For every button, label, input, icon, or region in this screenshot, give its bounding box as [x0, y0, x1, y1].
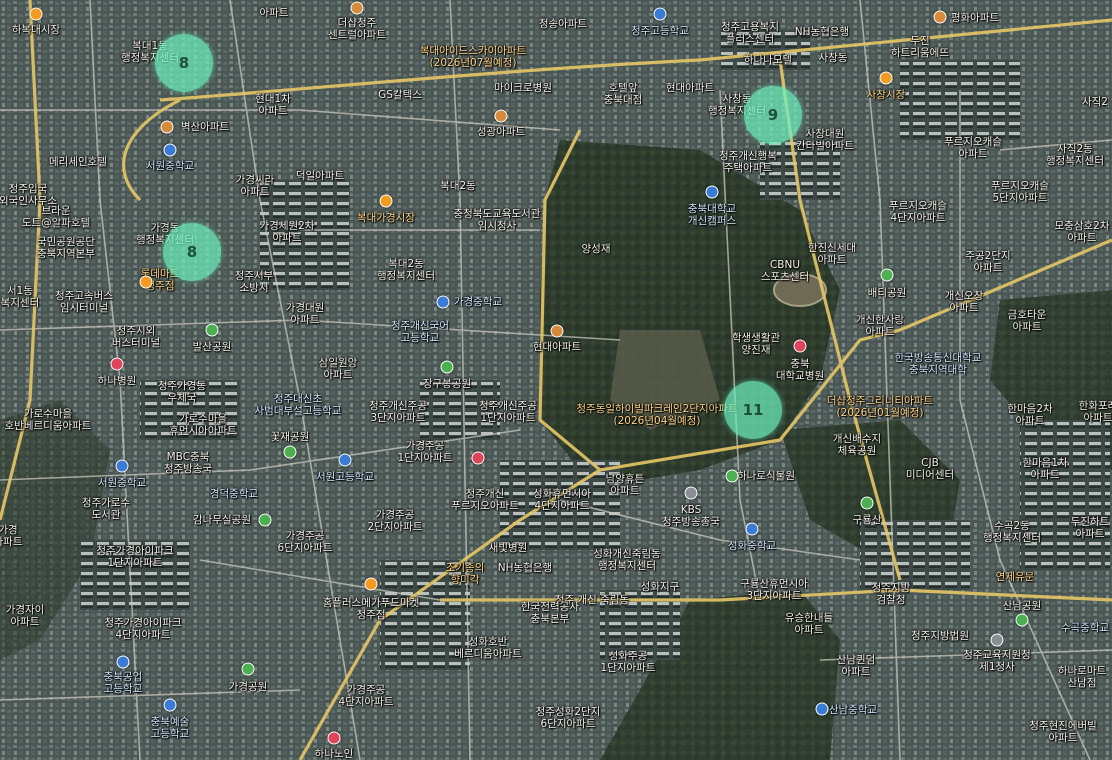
school-icon[interactable]: [653, 7, 667, 21]
hospital-icon[interactable]: [793, 339, 807, 353]
park-icon[interactable]: [440, 360, 454, 374]
apartment-icon[interactable]: [350, 1, 364, 15]
apartment-icon[interactable]: [550, 324, 564, 338]
hospital-icon[interactable]: [327, 731, 341, 745]
school-icon[interactable]: [338, 453, 352, 467]
park-icon[interactable]: [860, 496, 874, 510]
listing-cluster[interactable]: 8: [163, 223, 221, 281]
park-icon[interactable]: [725, 469, 739, 483]
apartment-icon[interactable]: [494, 109, 508, 123]
mart-icon[interactable]: [364, 577, 378, 591]
listing-cluster[interactable]: 9: [744, 86, 802, 144]
apartment-icon[interactable]: [933, 10, 947, 24]
school-icon[interactable]: [745, 522, 759, 536]
mart-icon[interactable]: [139, 275, 153, 289]
university-icon[interactable]: [705, 185, 719, 199]
park-icon[interactable]: [258, 513, 272, 527]
listing-cluster[interactable]: 11: [724, 381, 782, 439]
satellite-map[interactable]: 하복대시장 복대1동 행정복지센터 아파트 더샵청주 센트럴아파트 청송아파트 청주…: [0, 0, 1112, 760]
apartment-icon[interactable]: [160, 120, 174, 134]
park-icon[interactable]: [205, 323, 219, 337]
school-icon[interactable]: [163, 143, 177, 157]
broadcast-icon[interactable]: [684, 486, 698, 500]
park-icon[interactable]: [241, 662, 255, 676]
school-icon[interactable]: [436, 295, 450, 309]
school-icon[interactable]: [815, 702, 829, 716]
school-icon[interactable]: [116, 655, 130, 669]
government-icon[interactable]: [990, 633, 1004, 647]
park-icon[interactable]: [1015, 613, 1029, 627]
listing-cluster[interactable]: 8: [155, 34, 213, 92]
school-icon[interactable]: [163, 698, 177, 712]
market-icon[interactable]: [879, 71, 893, 85]
market-icon[interactable]: [29, 7, 43, 21]
map-base[interactable]: [0, 0, 1112, 760]
school-icon[interactable]: [115, 459, 129, 473]
market-icon[interactable]: [379, 194, 393, 208]
hospital-icon[interactable]: [110, 357, 124, 371]
landmark-icon[interactable]: [471, 451, 485, 465]
park-icon[interactable]: [880, 268, 894, 282]
park-icon[interactable]: [283, 445, 297, 459]
